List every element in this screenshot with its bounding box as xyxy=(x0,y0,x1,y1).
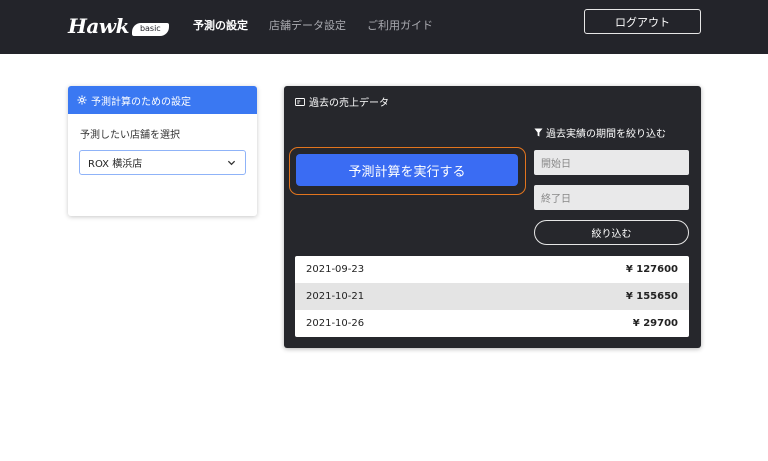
gear-icon xyxy=(77,95,87,105)
card-icon xyxy=(295,97,305,106)
row-date: 2021-10-21 xyxy=(306,291,365,302)
nav-item-store-data-settings[interactable]: 店舗データ設定 xyxy=(269,19,346,33)
store-select-value: ROX 横浜店 xyxy=(88,159,143,170)
row-amount: ¥ 29700 xyxy=(632,318,678,329)
table-row[interactable]: 2021-10-26 ¥ 29700 xyxy=(295,310,689,337)
period-filter-label: 過去実績の期間を絞り込む xyxy=(546,129,666,140)
period-filter-title: 過去実績の期間を絞り込む xyxy=(534,125,666,140)
logo-badge: basic xyxy=(131,22,169,36)
forecast-settings-card: 予測計算のための設定 予測したい店舗を選択 ROX 横浜店 xyxy=(68,86,257,216)
apply-filter-button[interactable]: 絞り込む xyxy=(534,220,689,245)
table-row[interactable]: 2021-10-21 ¥ 155650 xyxy=(295,283,689,310)
app-logo[interactable]: Hawk basic xyxy=(68,13,169,39)
run-forecast-button[interactable]: 予測計算を実行する xyxy=(296,154,518,186)
logout-button[interactable]: ログアウト xyxy=(584,9,701,34)
row-amount: ¥ 155650 xyxy=(625,291,678,302)
filter-icon xyxy=(534,128,543,137)
nav-item-forecast-settings[interactable]: 予測の設定 xyxy=(193,19,248,33)
settings-card-title: 予測計算のための設定 xyxy=(91,96,191,108)
main-nav: 予測の設定 店舗データ設定 ご利用ガイド xyxy=(193,19,454,33)
store-select-label: 予測したい店舗を選択 xyxy=(80,130,180,141)
table-row[interactable]: 2021-09-23 ¥ 127600 xyxy=(295,256,689,283)
row-date: 2021-09-23 xyxy=(306,264,365,275)
store-select[interactable]: ROX 横浜店 xyxy=(79,150,246,175)
sales-panel-title: 過去の売上データ xyxy=(309,98,389,109)
sales-panel-header: 過去の売上データ xyxy=(295,94,389,109)
settings-card-header: 予測計算のための設定 xyxy=(68,86,257,114)
sales-history-table: 2021-09-23 ¥ 127600 2021-10-21 ¥ 155650 … xyxy=(295,256,689,337)
nav-item-usage-guide[interactable]: ご利用ガイド xyxy=(367,19,433,33)
start-date-input[interactable]: 開始日 xyxy=(534,150,689,175)
row-date: 2021-10-26 xyxy=(306,318,365,329)
chevron-down-icon xyxy=(227,160,236,166)
end-date-input[interactable]: 終了日 xyxy=(534,185,689,210)
run-button-highlight: 予測計算を実行する xyxy=(289,147,526,195)
row-amount: ¥ 127600 xyxy=(625,264,678,275)
top-navbar: Hawk basic 予測の設定 店舗データ設定 ご利用ガイド ログアウト xyxy=(0,0,768,54)
logo-wordmark: Hawk xyxy=(68,14,129,38)
sales-data-panel: 過去の売上データ 予測計算を実行する 過去実績の期間を絞り込む 開始日 終了日 … xyxy=(284,86,701,348)
